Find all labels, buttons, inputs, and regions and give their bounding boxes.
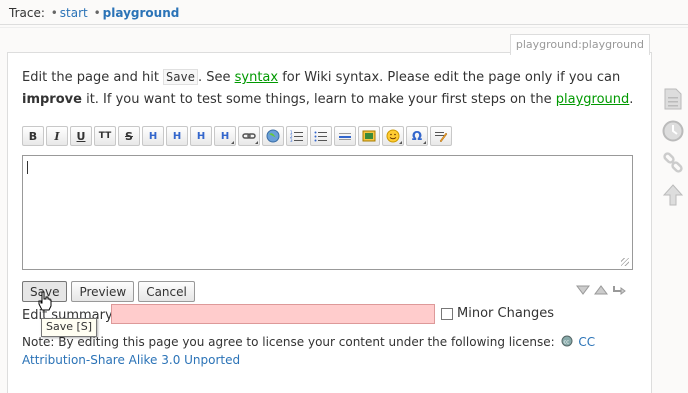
save-code: Save [163, 69, 198, 85]
dropdown-corner-icon [231, 141, 234, 144]
omega-icon: Ω [411, 129, 423, 143]
heading-lower-icon: H [172, 130, 182, 142]
link-button[interactable] [238, 126, 260, 146]
breadcrumb-separator: • [93, 6, 101, 20]
image-icon [362, 130, 376, 142]
resize-grip[interactable] [621, 258, 629, 266]
text-caret [27, 161, 28, 174]
syntax-link[interactable]: syntax [235, 70, 278, 85]
headings-menu-icon: H [220, 130, 230, 142]
globe-icon [266, 129, 280, 143]
license-note: Note: By editing this page you agree to … [22, 333, 622, 369]
horizontal-rule-icon [339, 133, 351, 140]
minor-changes-checkbox[interactable] [441, 307, 453, 320]
arrow-up-icon [594, 285, 608, 295]
breadcrumb-link-playground[interactable]: playground [103, 6, 180, 20]
minor-changes-label: Minor Changes [457, 306, 555, 321]
intro-text: Edit the page and hit [22, 70, 164, 85]
preview-button[interactable]: Preview [71, 281, 135, 302]
intro-text: . [629, 92, 634, 107]
shrink-editor-button[interactable] [593, 284, 609, 296]
headings-menu-button[interactable]: H [214, 126, 236, 146]
divider [0, 27, 688, 28]
cancel-button[interactable]: Cancel [138, 281, 195, 302]
trace-label: Trace: [9, 6, 45, 20]
breadcrumb-link-start[interactable]: start [60, 6, 88, 20]
heading-higher-button[interactable]: H [190, 126, 212, 146]
breadcrumb: Trace: • start • playground [9, 6, 179, 20]
license-text: Note: By editing this page you agree to … [22, 335, 555, 349]
italic-button[interactable]: I [46, 126, 68, 146]
svg-text:3: 3 [290, 138, 293, 142]
intro-text: it. If you want to test some things, lea… [81, 92, 556, 107]
ordered-list-icon: 123 [290, 130, 303, 142]
page-icon [664, 88, 682, 110]
link-icon [242, 133, 256, 139]
editor-size-controls [575, 284, 627, 296]
monospace-button[interactable]: TT [94, 126, 116, 146]
heading-lower-button[interactable]: H [166, 126, 188, 146]
unordered-list-icon [314, 131, 327, 142]
dropdown-corner-icon [399, 141, 402, 144]
old-revisions-button[interactable] [661, 119, 685, 143]
hand-cursor-icon [38, 291, 52, 311]
signature-icon [435, 132, 448, 142]
save-tooltip: Save [S] [41, 318, 98, 337]
underline-icon: U [76, 129, 86, 143]
arrow-down-icon [576, 285, 590, 295]
wrap-toggle-button[interactable] [611, 284, 627, 296]
smiley-button[interactable] [382, 126, 404, 146]
wrap-arrow-icon [613, 286, 626, 295]
backlinks-button[interactable] [661, 151, 685, 175]
special-chars-button[interactable]: Ω [406, 126, 428, 146]
improve-text: improve [22, 92, 82, 107]
strikethrough-button[interactable]: S [118, 126, 140, 146]
edit-summary-input[interactable] [111, 304, 435, 324]
underline-button[interactable]: U [70, 126, 92, 146]
dropdown-corner-icon [255, 141, 258, 144]
clock-icon [662, 120, 684, 142]
svg-text:cc: cc [563, 340, 569, 346]
heading-same-button[interactable]: H [142, 126, 164, 146]
ordered-list-button[interactable]: 123 [286, 126, 308, 146]
cc-icon: cc [561, 335, 573, 347]
editor-toolbar: B I U TT S H H H H 123 Ω [22, 126, 454, 148]
italic-icon: I [54, 129, 60, 143]
intro-text: . See [197, 70, 235, 85]
minor-changes[interactable]: Minor Changes [441, 306, 554, 321]
back-to-top-button[interactable] [661, 183, 685, 207]
dropdown-corner-icon [423, 141, 426, 144]
enlarge-editor-button[interactable] [575, 284, 591, 296]
signature-button[interactable] [430, 126, 452, 146]
divider [0, 24, 688, 25]
edit-intro-text: Edit the page and hit Save. See syntax f… [22, 66, 642, 111]
breadcrumb-separator: • [50, 6, 58, 20]
playground-link[interactable]: playground [556, 92, 630, 107]
chain-link-icon [663, 152, 683, 173]
intro-text: for Wiki syntax. Please edit the page on… [278, 70, 621, 85]
monospace-icon: TT [98, 131, 112, 141]
arrow-up-icon [663, 184, 683, 206]
heading-same-icon: H [148, 130, 158, 142]
heading-higher-icon: H [196, 130, 206, 142]
unordered-list-button[interactable] [310, 126, 332, 146]
horizontal-rule-button[interactable] [334, 126, 356, 146]
wiki-text-editor[interactable] [22, 155, 633, 270]
bold-icon: B [28, 129, 38, 143]
page-id-label: playground:playground [509, 34, 650, 55]
page-tools [661, 87, 685, 207]
media-button[interactable] [358, 126, 380, 146]
external-link-button[interactable] [262, 126, 284, 146]
strikethrough-icon: S [125, 129, 133, 143]
show-page-button[interactable] [661, 87, 685, 111]
bold-button[interactable]: B [22, 126, 44, 146]
smiley-icon [386, 129, 400, 143]
